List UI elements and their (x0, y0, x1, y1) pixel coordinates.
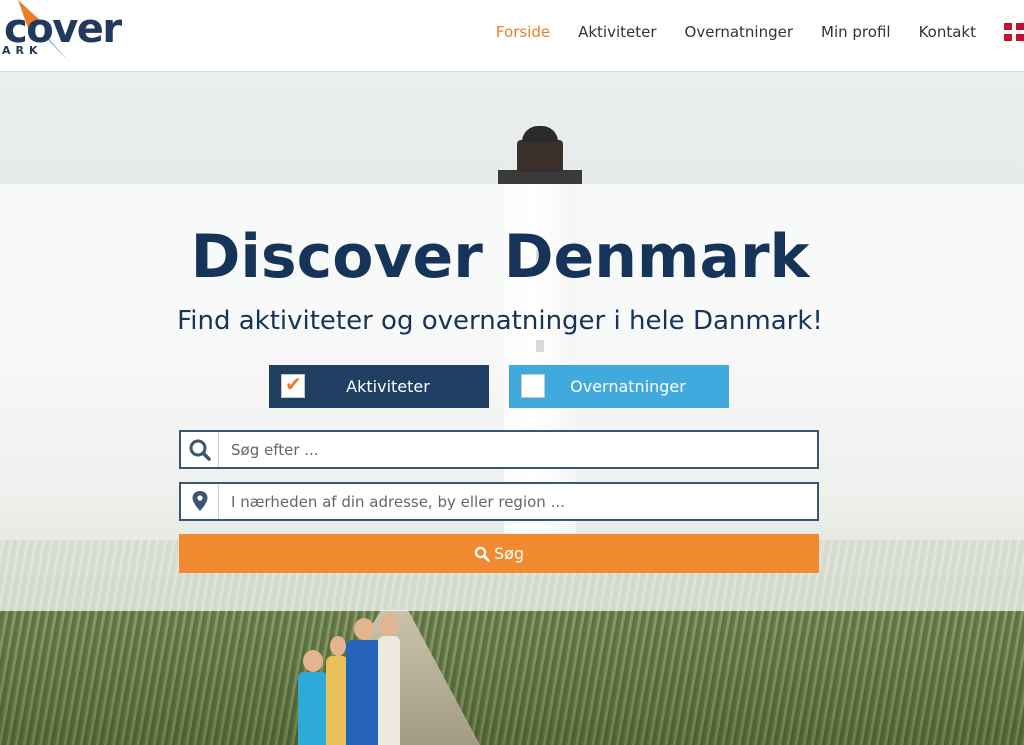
checkbox-aktiviteter[interactable]: ✔ (281, 372, 305, 398)
lighthouse-gallery (498, 170, 582, 184)
search-button[interactable]: Søg (179, 534, 819, 573)
nav-item-min-profil[interactable]: Min profil (821, 23, 891, 41)
hero-subtitle: Find aktiviteter og overnatninger i hele… (177, 306, 823, 336)
search-icon (474, 546, 490, 562)
nav-item-forside[interactable]: Forside (496, 23, 550, 41)
checkmark-icon: ✔ (285, 372, 302, 396)
hikers-image (290, 612, 410, 745)
checkbox-overnatninger[interactable] (521, 374, 545, 398)
location-input[interactable] (219, 484, 817, 519)
danish-flag-icon[interactable] (1004, 23, 1024, 41)
lighthouse-lamp (517, 140, 563, 172)
toggle-overnatninger[interactable]: Overnatninger (509, 365, 729, 408)
search-query-field (179, 430, 819, 469)
search-icon (181, 432, 219, 467)
nav-item-aktiviteter[interactable]: Aktiviteter (578, 23, 656, 41)
main-nav: Forside Aktiviteter Overnatninger Min pr… (468, 0, 1024, 64)
site-logo[interactable]: cover ARK (0, 0, 140, 70)
map-pin-icon (181, 484, 219, 519)
toggle-aktiviteter[interactable]: ✔ Aktiviteter (269, 365, 489, 408)
site-header: cover ARK Forside Aktiviteter Overnatnin… (0, 0, 1024, 72)
search-input[interactable] (219, 432, 817, 467)
nav-item-overnatninger[interactable]: Overnatninger (685, 23, 794, 41)
hero-title: Discover Denmark (190, 222, 810, 292)
location-field (179, 482, 819, 521)
logo-subtext: ARK (2, 44, 43, 57)
nav-item-kontakt[interactable]: Kontakt (919, 23, 976, 41)
search-button-label: Søg (493, 544, 525, 563)
